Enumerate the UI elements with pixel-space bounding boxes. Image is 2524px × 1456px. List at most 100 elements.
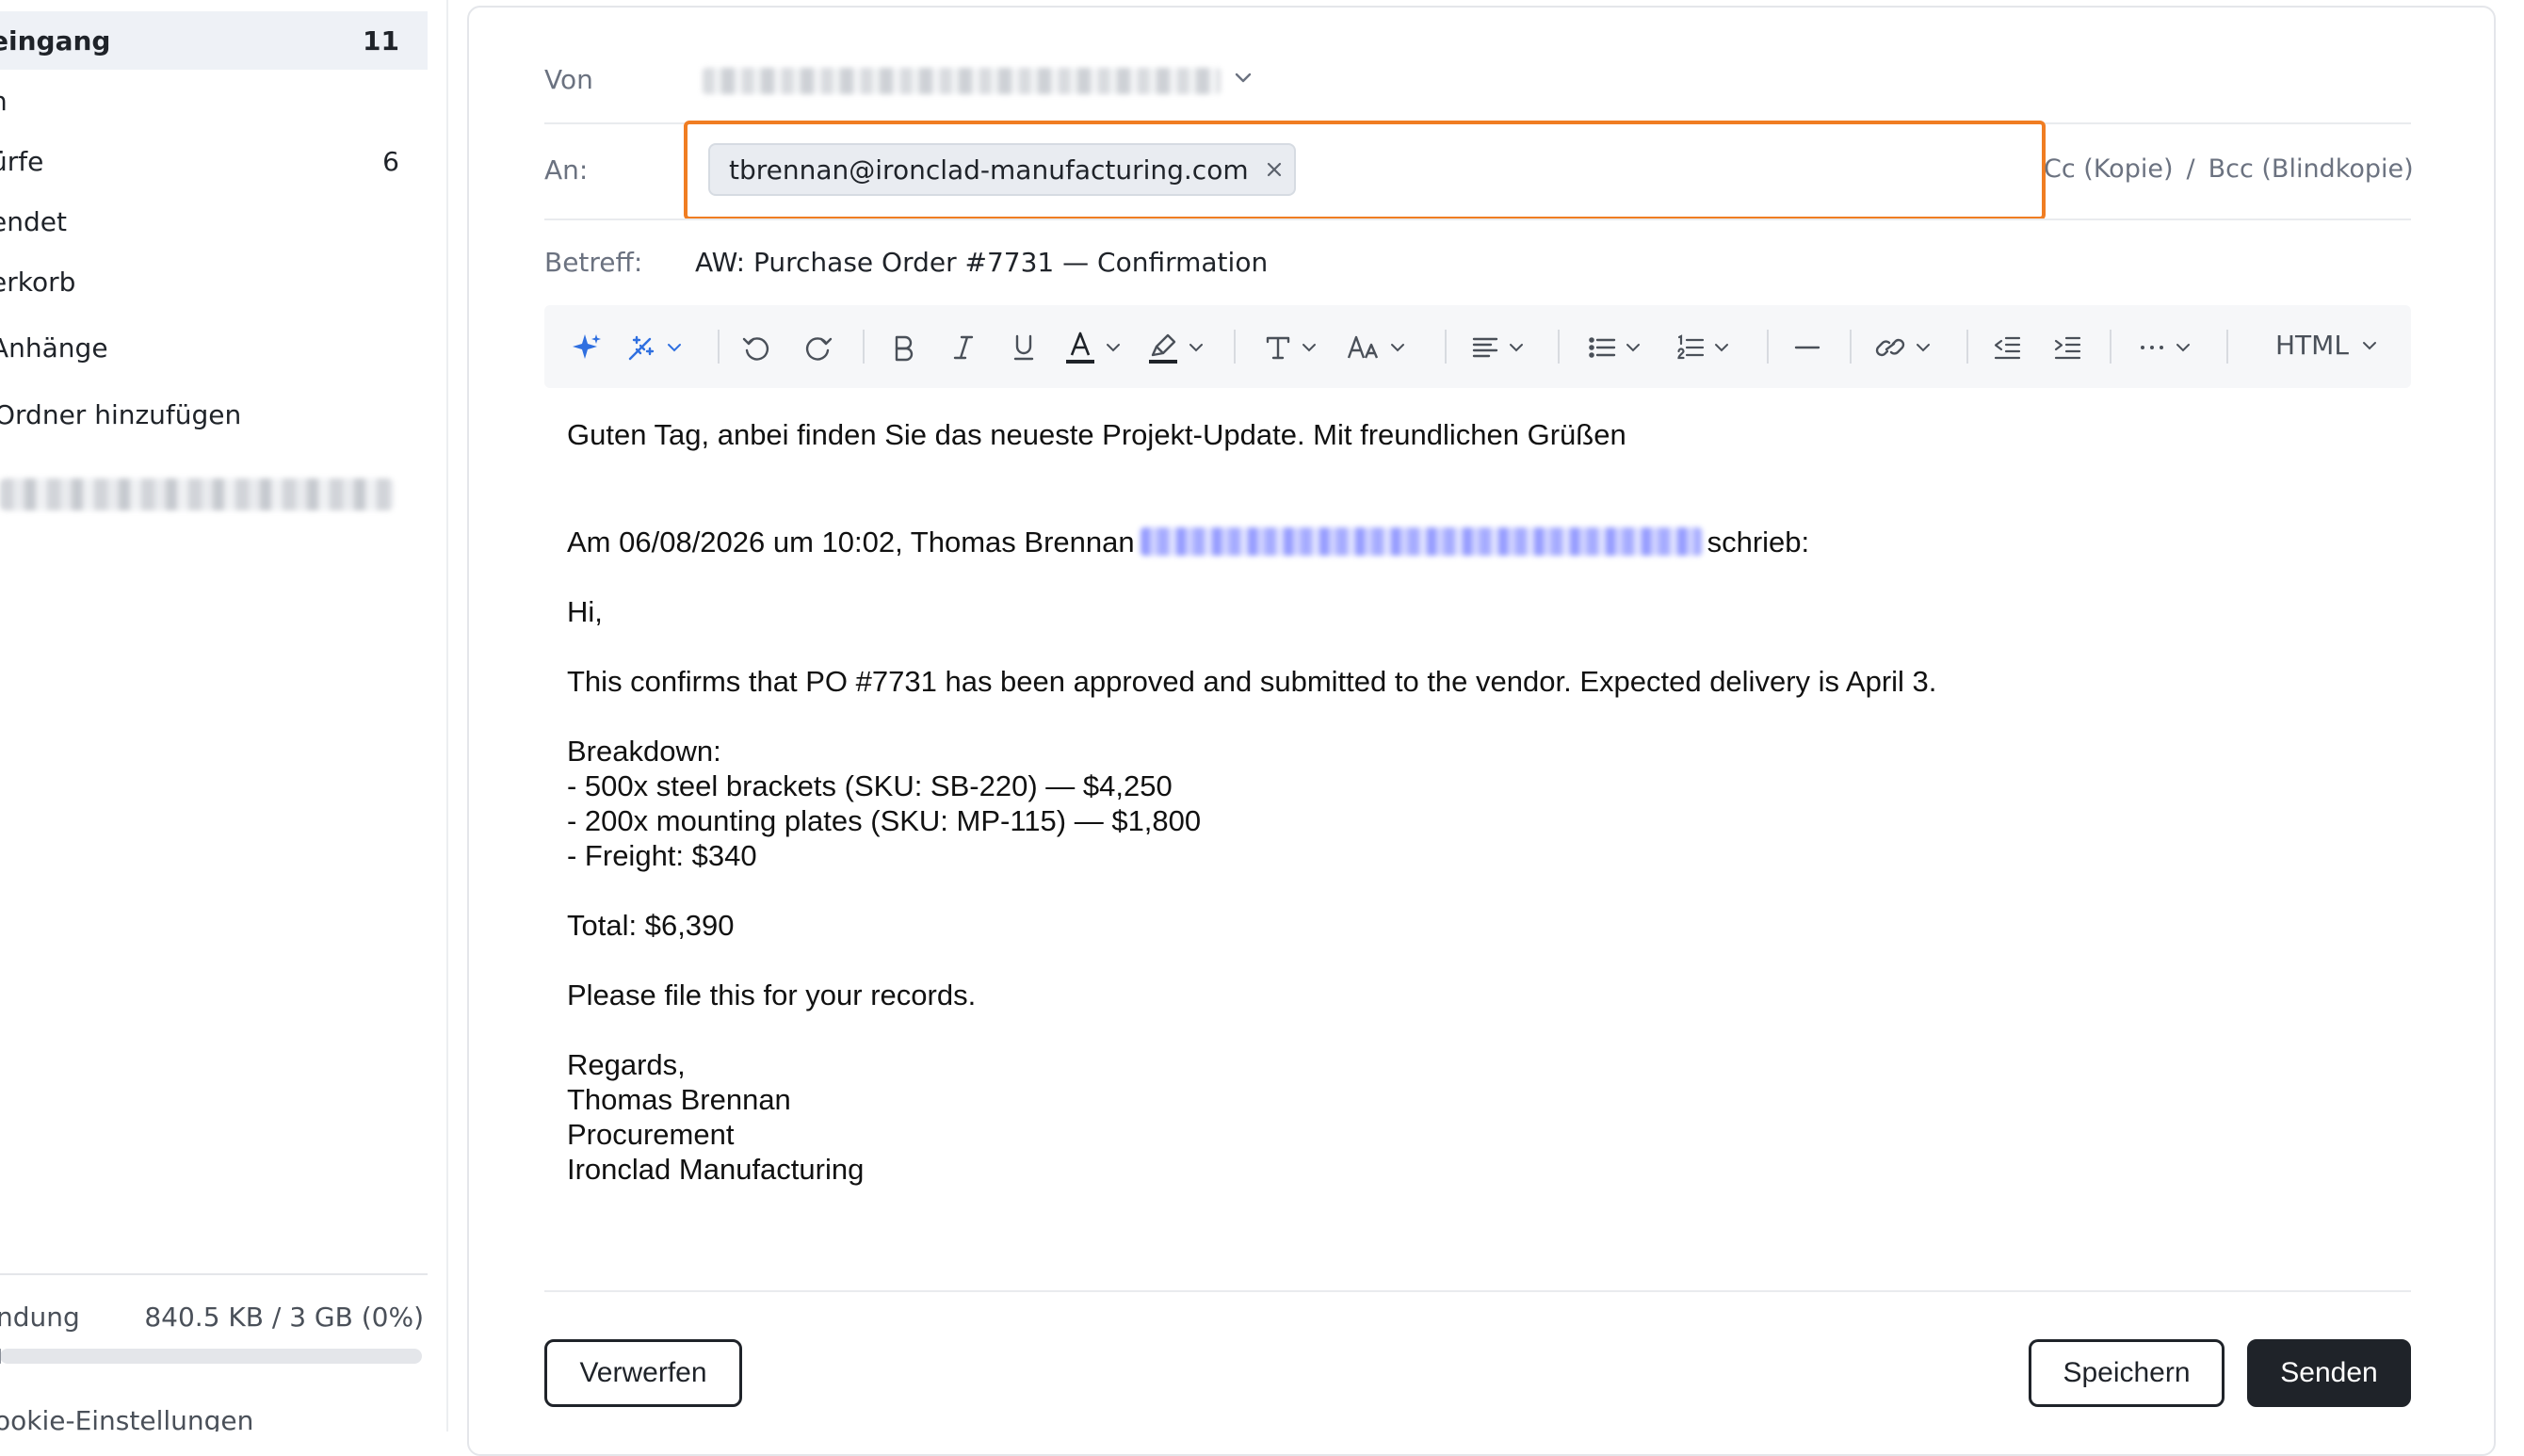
- text-color-button[interactable]: [1064, 332, 1123, 364]
- toolbar-divider: [2110, 330, 2111, 364]
- add-folder-link[interactable]: Ordner hinzufügen: [0, 399, 241, 430]
- sidebar-item-folder[interactable]: n: [0, 72, 428, 130]
- body-line: Thomas Brennan: [567, 1083, 791, 1116]
- body-line: Ironclad Manufacturing: [567, 1153, 865, 1186]
- link-button[interactable]: [1874, 333, 1933, 362]
- chevron-down-icon: [668, 344, 681, 352]
- font-size-button[interactable]: [1347, 333, 1407, 362]
- sidebar-item-trash[interactable]: erkorb: [0, 252, 428, 311]
- body-line: Please file this for your records.: [567, 979, 977, 1011]
- drafts-count: 6: [382, 145, 399, 177]
- cc-toggle[interactable]: Cc (Kopie): [2044, 154, 2173, 184]
- font-icon: [1266, 336, 1290, 360]
- sidebar-item-label: erkorb: [0, 266, 76, 298]
- toolbar-divider: [1558, 330, 1560, 364]
- font-family-button[interactable]: [1264, 333, 1319, 362]
- align-left-icon: [1472, 337, 1498, 358]
- cookie-settings-link[interactable]: ookie-Einstellungen: [0, 1405, 253, 1432]
- align-button[interactable]: [1471, 333, 1526, 362]
- discard-button[interactable]: Verwerfen: [544, 1339, 742, 1407]
- more-options-button[interactable]: [2138, 333, 2192, 362]
- numbered-list-button[interactable]: [1676, 333, 1731, 362]
- chevron-down-icon: [1391, 344, 1404, 352]
- bullet-list-button[interactable]: [1588, 333, 1642, 362]
- storage-label: ndung: [0, 1302, 80, 1333]
- close-icon[interactable]: [1266, 161, 1283, 178]
- editor-toolbar: HTML: [544, 305, 2411, 388]
- toolbar-divider: [863, 330, 865, 364]
- toolbar-divider: [1850, 330, 1852, 364]
- body-line: - 200x mounting plates (SKU: MP-115) — $…: [567, 804, 1202, 837]
- sidebar: eingang 11 n ürfe 6 endet erkorb Anhänge…: [0, 0, 448, 1432]
- body-line: Guten Tag, anbei finden Sie das neueste …: [567, 418, 1626, 451]
- body-line: Hi,: [567, 595, 603, 628]
- sparkle-icon: [573, 334, 601, 359]
- chevron-down-icon: [1626, 344, 1640, 352]
- chevron-down-icon: [2176, 344, 2190, 352]
- storage-value: 840.5 KB / 3 GB (0%): [144, 1302, 424, 1333]
- subject-input[interactable]: AW: Purchase Order #7731 — Confirmation: [695, 247, 1268, 278]
- storage-bar-fill: [0, 1349, 2, 1364]
- divider: [0, 1273, 428, 1275]
- cc-bcc-toggles: Cc (Kopie) / Bcc (Blindkopie): [2044, 154, 2414, 184]
- save-button[interactable]: Speichern: [2029, 1339, 2225, 1407]
- indent-button[interactable]: [2053, 333, 2081, 362]
- more-horizontal-icon: [2141, 346, 2163, 349]
- underline-button[interactable]: [1010, 333, 1038, 362]
- chevron-down-icon: [2362, 341, 2376, 349]
- outdent-icon: [1994, 336, 2021, 360]
- body-line: - Freight: $340: [567, 839, 757, 872]
- sidebar-item-inbox[interactable]: eingang 11: [0, 11, 428, 70]
- chevron-down-icon: [1189, 344, 1203, 352]
- sidebar-item-sent[interactable]: endet: [0, 192, 428, 251]
- body-line: This confirms that PO #7731 has been app…: [567, 665, 1937, 698]
- ai-sparkle-button[interactable]: [571, 333, 603, 362]
- html-mode-button[interactable]: HTML: [2275, 330, 2379, 361]
- divider: [544, 218, 2411, 220]
- redo-button[interactable]: [802, 333, 834, 362]
- numbered-list-icon: [1677, 334, 1705, 360]
- bullet-list-icon: [1589, 337, 1616, 358]
- body-line: Procurement: [567, 1118, 735, 1151]
- compose-panel: [467, 6, 2496, 1456]
- ai-magic-button[interactable]: [625, 333, 684, 362]
- to-label: An:: [544, 154, 589, 186]
- bold-icon: [895, 335, 914, 362]
- body-line: - 500x steel brackets (SKU: SB-220) — $4…: [567, 769, 1173, 802]
- from-select[interactable]: [703, 68, 1221, 94]
- chevron-down-icon: [1917, 344, 1930, 352]
- sidebar-item-label: eingang: [0, 24, 111, 57]
- divider: [544, 1290, 2411, 1292]
- sidebar-item-attachments[interactable]: Anhänge: [0, 318, 428, 377]
- body-line: Regards,: [567, 1048, 686, 1081]
- unread-count: 11: [363, 24, 399, 57]
- toolbar-divider: [2226, 330, 2228, 364]
- send-button[interactable]: Senden: [2247, 1339, 2411, 1407]
- horizontal-rule-icon: [1794, 346, 1820, 349]
- quote-header: Am 06/08/2026 um 10:02, Thomas Brennan sc…: [567, 526, 1809, 559]
- sidebar-item-label: n: [0, 86, 8, 117]
- bold-button[interactable]: [889, 333, 917, 362]
- highlight-color-button[interactable]: [1147, 333, 1205, 364]
- font-size-icon: [1347, 335, 1379, 359]
- redacted-email-link[interactable]: [1140, 527, 1702, 556]
- body-line: Breakdown:: [567, 735, 721, 768]
- html-mode-label: HTML: [2275, 330, 2349, 361]
- chevron-down-icon: [1715, 344, 1728, 352]
- bcc-toggle[interactable]: Bcc (Blindkopie): [2208, 154, 2414, 184]
- recipient-chip[interactable]: tbrennan@ironclad-manufacturing.com: [708, 143, 1296, 196]
- sidebar-item-drafts[interactable]: ürfe 6: [0, 132, 428, 190]
- redo-icon: [805, 337, 833, 361]
- quote-prefix: Am 06/08/2026 um 10:02, Thomas Brennan: [567, 526, 1135, 558]
- sidebar-item-label: ürfe: [0, 145, 44, 177]
- chevron-down-icon: [1107, 344, 1120, 352]
- toolbar-divider: [1234, 330, 1236, 364]
- separator-slash: /: [2186, 154, 2195, 184]
- horizontal-rule-button[interactable]: [1793, 333, 1821, 362]
- italic-button[interactable]: [949, 333, 978, 362]
- sidebar-item-label: Anhänge: [0, 332, 108, 364]
- outdent-button[interactable]: [1993, 333, 2021, 362]
- magic-wand-icon: [628, 335, 655, 361]
- undo-button[interactable]: [740, 333, 772, 362]
- chevron-down-icon[interactable]: [1232, 66, 1254, 89]
